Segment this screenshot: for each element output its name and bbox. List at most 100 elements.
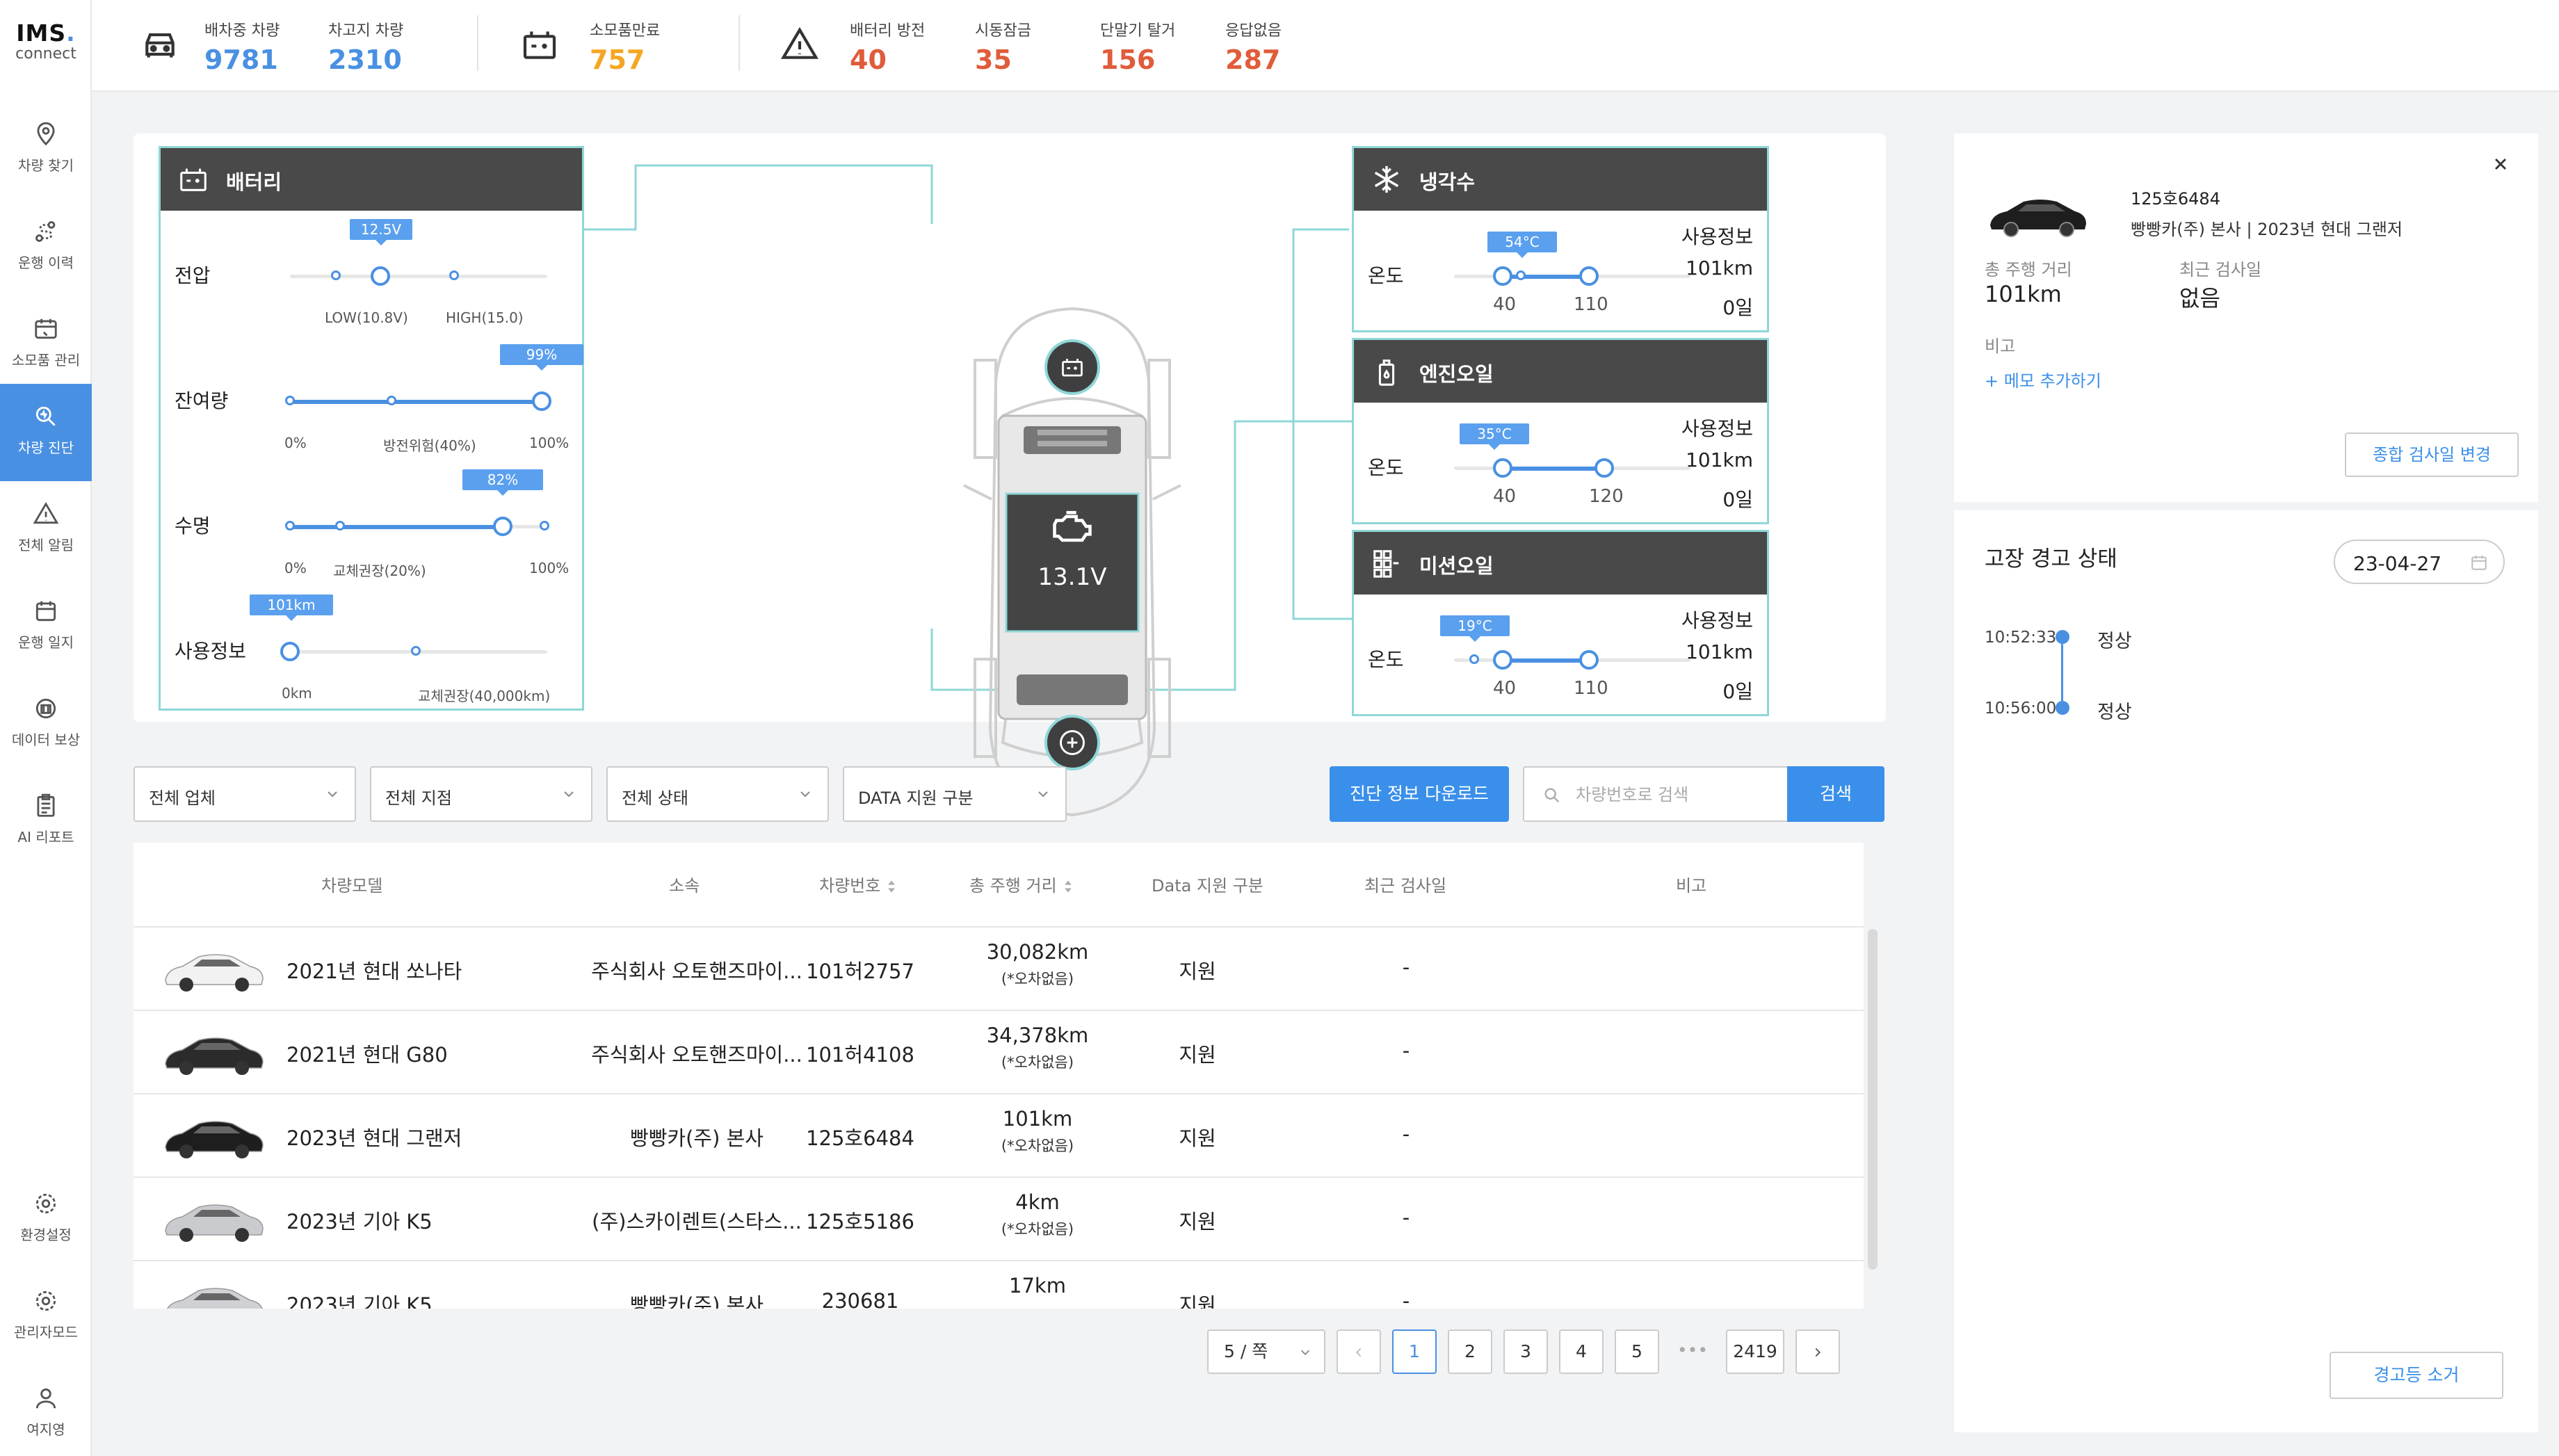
engine-oil-min-knob[interactable] <box>1493 458 1512 478</box>
voltage-label: 전압 <box>175 264 211 287</box>
snowflake-icon <box>1374 165 1399 193</box>
warning-status-panel: 고장 경고 상태 23-04-27 10:52:33 정상 10:56:00 정… <box>1954 510 2538 1432</box>
clear-warning-button[interactable]: 경고등 소거 <box>2330 1352 2503 1399</box>
stat-terminal-removed[interactable]: 단말기 탈거 156 <box>1100 18 1175 75</box>
search-button[interactable]: 검색 <box>1787 766 1884 822</box>
download-diagnosis-button[interactable]: 진단 정보 다운로드 <box>1330 766 1509 822</box>
cell-owner-text: 주식회사 오토핸즈마이... <box>591 1043 802 1067</box>
brand-dot: . <box>66 19 76 47</box>
branch-filter[interactable]: 전체 지점 <box>370 766 592 822</box>
life-knob[interactable] <box>493 517 512 536</box>
stat-garage[interactable]: 차고지 차량 2310 <box>328 18 403 75</box>
stat-label: 단말기 탈거 <box>1100 22 1176 40</box>
battery-node-icon[interactable] <box>1058 355 1086 380</box>
coolant-max-knob[interactable] <box>1579 266 1599 286</box>
stat-ignition-lock[interactable]: 시동잠금 35 <box>975 18 1031 75</box>
sidebar-item-data-reward[interactable]: 데이터 보상 <box>0 676 92 773</box>
search-input[interactable] <box>1576 782 1777 808</box>
stat-consumables[interactable]: 소모품만료 757 <box>590 18 660 75</box>
remaining-label: 잔여량 <box>175 389 229 412</box>
prev-page-button[interactable] <box>1337 1329 1381 1374</box>
sidebar-item-ai-report[interactable]: AI 리포트 <box>0 773 92 871</box>
sidebar-item-diagnosis[interactable]: 차량 진단 <box>0 384 92 481</box>
stat-battery-drain[interactable]: 배터리 방전 40 <box>850 18 925 75</box>
vehicle-thumbnail <box>165 1204 264 1242</box>
page-button[interactable]: 1 <box>1392 1329 1437 1374</box>
col-plate[interactable]: 차량번호 <box>819 872 897 896</box>
add-node-icon[interactable] <box>1056 727 1089 758</box>
company-filter[interactable]: 전체 업체 <box>134 766 356 822</box>
chevron-down-icon <box>1038 791 1048 798</box>
coolant-card: 냉각수 온도 54°C 40 110 사용정보 101km 0일 <box>1352 146 1769 332</box>
page-button[interactable]: 2 <box>1448 1329 1492 1374</box>
cell-owner-text: (주)스카이렌트(스타스... <box>592 1210 802 1233</box>
last-page-button[interactable]: 2419 <box>1726 1329 1784 1374</box>
voltage-knob[interactable] <box>371 266 390 286</box>
cell-inspect: - <box>1343 955 1469 979</box>
stat-value: 156 <box>1100 45 1156 75</box>
sidebar-item-user[interactable]: 여지영 <box>0 1366 92 1456</box>
life-value: 82% <box>462 469 543 496</box>
cell-inspect-text: - <box>1402 1122 1410 1146</box>
status-filter[interactable]: 전체 상태 <box>606 766 829 822</box>
coolant-temp-label: 온도 <box>1368 264 1404 287</box>
page-ellipsis[interactable]: ••• <box>1670 1329 1715 1374</box>
stat-dispatched[interactable]: 배차중 차량 9781 <box>204 18 280 75</box>
sidebar-item-find-vehicle[interactable]: 차량 찾기 <box>0 102 92 199</box>
transmission-oil-max-knob[interactable] <box>1579 650 1599 670</box>
engine-oil-title: 엔진오일 <box>1419 362 1494 386</box>
table-row[interactable]: 2023년 기아 K5 (주)스카이렌트(스타스... 125호5186 4km (*오… <box>134 1176 1864 1260</box>
table-scrollbar[interactable] <box>1868 929 1878 1270</box>
cell-plate: 230681 <box>801 1289 919 1309</box>
stat-no-response[interactable]: 응답없음 287 <box>1225 18 1282 75</box>
page-size-select[interactable]: 5 / 쪽 <box>1207 1329 1325 1374</box>
vehicle-thumbnail <box>165 954 264 992</box>
sidebar-item-drive-history[interactable]: 운행 이력 <box>0 199 92 296</box>
sidebar-item-consumables[interactable]: 소모품 관리 <box>0 296 92 394</box>
add-memo-link[interactable]: + 메모 추가하기 <box>1985 367 2101 391</box>
remaining-fill <box>290 400 544 404</box>
page-button[interactable]: 4 <box>1559 1329 1604 1374</box>
change-inspection-date-button[interactable]: 종합 검사일 변경 <box>2345 432 2519 477</box>
data-support-filter-value: DATA 지원 구분 <box>858 788 974 808</box>
logo[interactable]: IMS. connect <box>0 19 92 63</box>
cell-support-text: 지원 <box>1179 1126 1216 1150</box>
table-row[interactable]: 2023년 기아 K5 빵빵카(주) 본사 230681 17km 지원 - <box>134 1260 1864 1309</box>
cell-distance-text: 30,082km <box>986 940 1089 964</box>
usage-knob[interactable] <box>280 642 300 661</box>
cell-owner: 빵빵카(주) 본사 <box>572 1289 822 1309</box>
remaining-knob[interactable] <box>532 391 551 411</box>
col-distance[interactable]: 총 주행 거리 <box>969 872 1074 896</box>
close-icon[interactable] <box>2491 154 2510 174</box>
sidebar-item-logbook[interactable]: 운행 일지 <box>0 579 92 676</box>
warning-date-picker[interactable]: 23-04-27 <box>2334 540 2505 584</box>
sidebar-item-label: 차량 찾기 <box>18 157 74 174</box>
status-filter-value: 전체 상태 <box>622 788 688 808</box>
cell-support-text: 지원 <box>1179 1293 1216 1309</box>
next-page-button[interactable] <box>1795 1329 1840 1374</box>
sidebar: IMS. connect 차량 찾기 운행 이력 소모품 관리 차량 진단 전체… <box>0 0 92 1456</box>
page-button[interactable]: 5 <box>1615 1329 1659 1374</box>
usage-value: 101km <box>250 594 333 621</box>
chevron-left-icon <box>1355 1348 1362 1357</box>
engine-oil-usage-label: 사용정보 <box>1681 417 1753 440</box>
life-max-label: 100% <box>529 560 570 576</box>
table-row[interactable]: 2021년 현대 쏘나타 주식회사 오토핸즈마이... 101허2757 30,082… <box>134 926 1864 1010</box>
timeline-line <box>2061 637 2063 708</box>
life-label: 수명 <box>175 515 211 537</box>
stat-label: 배차중 차량 <box>204 22 280 40</box>
sidebar-item-admin[interactable]: 관리자모드 <box>0 1268 92 1366</box>
engine-oil-max-knob[interactable] <box>1595 458 1614 478</box>
table-row[interactable]: 2023년 현대 그랜저 빵빵카(주) 본사 125호6484 101km (*오차없음… <box>134 1093 1864 1176</box>
sidebar-item-alerts[interactable]: 전체 알림 <box>0 481 92 579</box>
battery-title: 배터리 <box>226 170 282 194</box>
sidebar-item-settings[interactable]: 환경설정 <box>0 1171 92 1268</box>
engine-oil-max: 120 <box>1589 486 1624 507</box>
page-button[interactable]: 3 <box>1503 1329 1548 1374</box>
divider <box>477 15 478 71</box>
table-row[interactable]: 2021년 현대 G80 주식회사 오토핸즈마이... 101허4108 34,378… <box>134 1010 1864 1093</box>
data-support-filter[interactable]: DATA 지원 구분 <box>843 766 1067 822</box>
vehicle-table: 차량모델 소속 차량번호 총 주행 거리 Data 지원 구분 최근 검사일 비… <box>134 843 1864 1309</box>
transmission-oil-min-knob[interactable] <box>1493 650 1512 670</box>
coolant-min-knob[interactable] <box>1493 266 1512 286</box>
